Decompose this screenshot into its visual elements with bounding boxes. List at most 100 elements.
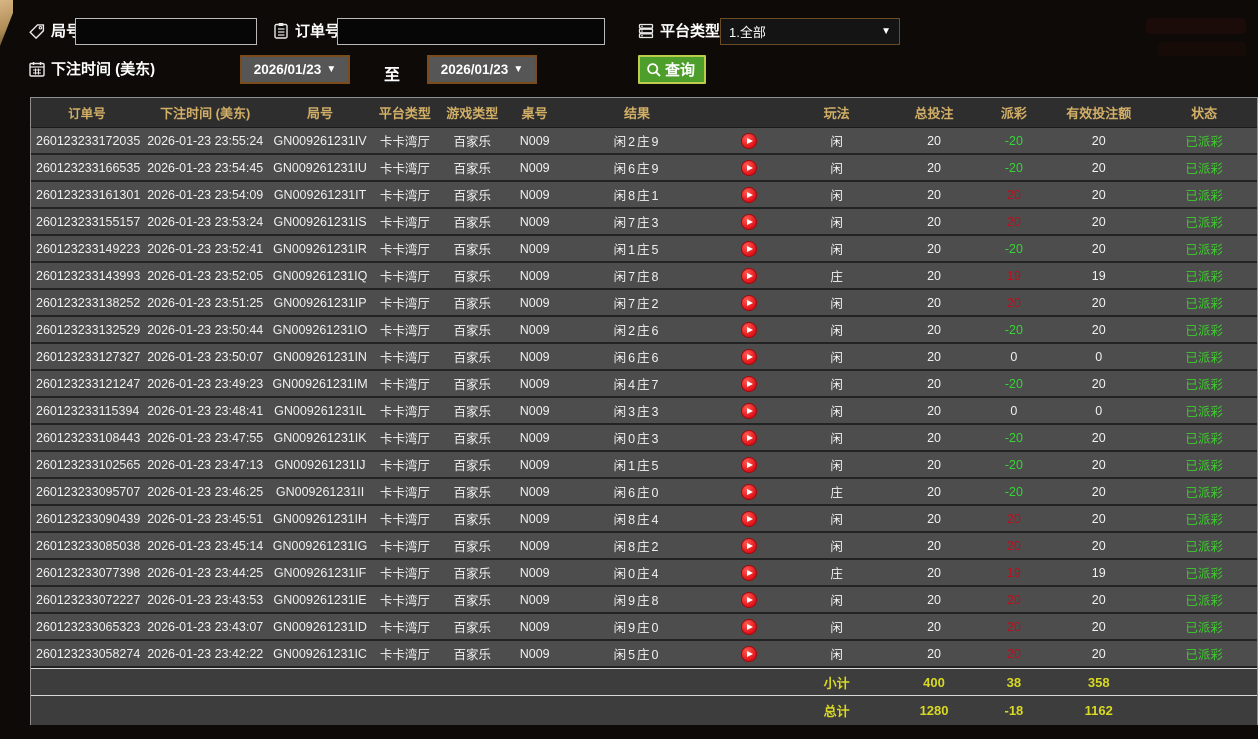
play-video-button[interactable] — [741, 510, 758, 527]
play-video-button[interactable] — [741, 213, 758, 230]
platform-select[interactable]: 1.全部 ▼ — [720, 18, 900, 45]
valid-bet-cell: 20 — [1091, 160, 1106, 175]
bet-time-cell: 2026-01-23 23:51:25 — [147, 295, 264, 310]
records-table: 订单号 下注时间 (美东) 局号 平台类型 游戏类型 桌号 结果 玩法 总投注 … — [30, 97, 1258, 725]
game-type-cell: 百家乐 — [453, 297, 492, 311]
play-video-button[interactable] — [741, 186, 758, 203]
play-video-button[interactable] — [741, 267, 758, 284]
play-video-button[interactable] — [741, 537, 758, 554]
table-body: 260123233172035 2026-01-23 23:55:24 GN00… — [31, 128, 1257, 668]
subtotal-payout: 38 — [1006, 674, 1022, 690]
total-bet-cell: 20 — [927, 349, 941, 364]
play-icon — [747, 434, 754, 441]
play-video-button[interactable] — [741, 375, 758, 392]
play-video-button[interactable] — [741, 645, 758, 662]
table-row: 260123233172035 2026-01-23 23:55:24 GN00… — [31, 128, 1257, 155]
bet-time-cell: 2026-01-23 23:43:07 — [147, 619, 264, 634]
round-no-cell: GN009261231IV — [273, 133, 367, 148]
game-type-cell: 百家乐 — [453, 378, 492, 392]
tag-icon — [28, 22, 46, 40]
play-icon — [747, 353, 754, 360]
round-no-cell: GN009261231IG — [272, 538, 368, 553]
valid-bet-cell: 20 — [1091, 322, 1106, 337]
date-from-picker[interactable]: 2026/01/23 ▼ — [240, 55, 350, 84]
table-row: 260123233095707 2026-01-23 23:46:25 GN00… — [31, 479, 1257, 506]
table-no-cell: N009 — [519, 187, 550, 202]
platform-cell: 卡卡湾厅 — [379, 540, 430, 554]
total-total-bet: 1280 — [919, 703, 949, 718]
order-no-cell: 260123233072227 — [36, 592, 141, 607]
bet-time-cell: 2026-01-23 23:54:45 — [147, 160, 264, 175]
play-type-cell: 闲 — [830, 297, 843, 311]
play-type-cell: 闲 — [830, 540, 843, 554]
platform-cell: 卡卡湾厅 — [379, 135, 430, 149]
table-row: 260123233058274 2026-01-23 23:42:22 GN00… — [31, 641, 1257, 668]
status-cell: 已派彩 — [1185, 621, 1223, 635]
total-bet-cell: 20 — [927, 403, 941, 418]
round-no-cell: GN009261231IT — [273, 187, 367, 202]
play-video-button[interactable] — [741, 483, 758, 500]
order-no-cell: 260123233077398 — [36, 565, 141, 580]
play-video-button[interactable] — [741, 348, 758, 365]
table-no-cell: N009 — [519, 457, 550, 472]
total-bet-cell: 20 — [927, 619, 941, 634]
play-video-button[interactable] — [741, 591, 758, 608]
play-type-cell: 庄 — [830, 567, 843, 581]
date-to-picker[interactable]: 2026/01/23 ▼ — [427, 55, 537, 84]
play-video-button[interactable] — [741, 321, 758, 338]
bet-time-cell: 2026-01-23 23:42:22 — [147, 646, 264, 661]
result-cell: 闲2庄9 — [613, 135, 661, 149]
game-type-cell: 百家乐 — [453, 189, 492, 203]
result-cell: 闲7庄3 — [613, 216, 661, 230]
bet-time-cell: 2026-01-23 23:47:13 — [147, 457, 264, 472]
bet-time-cell: 2026-01-23 23:52:41 — [147, 241, 264, 256]
status-cell: 已派彩 — [1185, 351, 1223, 365]
game-type-cell: 百家乐 — [453, 405, 492, 419]
total-bet-cell: 20 — [927, 565, 941, 580]
calendar-icon — [28, 60, 46, 78]
play-video-button[interactable] — [741, 456, 758, 473]
game-type-cell: 百家乐 — [453, 540, 492, 554]
query-button[interactable]: 查询 — [638, 55, 707, 84]
play-video-button[interactable] — [741, 294, 758, 311]
table-row: 260123233108443 2026-01-23 23:47:55 GN00… — [31, 425, 1257, 452]
play-video-button[interactable] — [741, 402, 758, 419]
payout-cell: -20 — [1004, 133, 1023, 148]
table-no-cell: N009 — [519, 241, 550, 256]
table-no-cell: N009 — [519, 376, 550, 391]
betting-records-screen: 局号 订单号 平台类型 1.全部 ▼ 下注时间 (美东) 2026/01/23 … — [0, 0, 1258, 739]
round-input[interactable] — [75, 18, 257, 45]
table-row: 260123233085038 2026-01-23 23:45:14 GN00… — [31, 533, 1257, 560]
play-icon — [747, 650, 754, 657]
bet-time-cell: 2026-01-23 23:53:24 — [147, 214, 264, 229]
result-cell: 闲4庄7 — [613, 378, 661, 392]
play-video-button[interactable] — [741, 159, 758, 176]
status-cell: 已派彩 — [1185, 594, 1223, 608]
platform-cell: 卡卡湾厅 — [379, 324, 430, 338]
play-video-button[interactable] — [741, 132, 758, 149]
platform-cell: 卡卡湾厅 — [379, 594, 430, 608]
play-video-button[interactable] — [741, 564, 758, 581]
result-cell: 闲8庄2 — [613, 540, 661, 554]
play-video-button[interactable] — [741, 240, 758, 257]
platform-filter: 平台类型 — [637, 20, 720, 41]
play-video-button[interactable] — [741, 618, 758, 635]
valid-bet-cell: 19 — [1091, 565, 1106, 580]
platform-cell: 卡卡湾厅 — [379, 513, 430, 527]
payout-cell: 19 — [1006, 268, 1021, 283]
valid-bet-cell: 20 — [1091, 511, 1106, 526]
order-input[interactable] — [337, 18, 605, 45]
play-icon — [747, 191, 754, 198]
header-order-no: 订单号 — [68, 107, 106, 121]
date-to-value: 2026/01/23 — [440, 62, 509, 77]
game-type-cell: 百家乐 — [453, 324, 492, 338]
total-bet-cell: 20 — [927, 646, 941, 661]
play-type-cell: 闲 — [830, 513, 843, 527]
table-no-cell: N009 — [519, 511, 550, 526]
play-video-button[interactable] — [741, 429, 758, 446]
result-cell: 闲7庄8 — [613, 270, 661, 284]
play-icon — [747, 245, 754, 252]
valid-bet-cell: 20 — [1091, 592, 1106, 607]
table-no-cell: N009 — [519, 295, 550, 310]
total-valid-bet: 1162 — [1084, 703, 1113, 718]
